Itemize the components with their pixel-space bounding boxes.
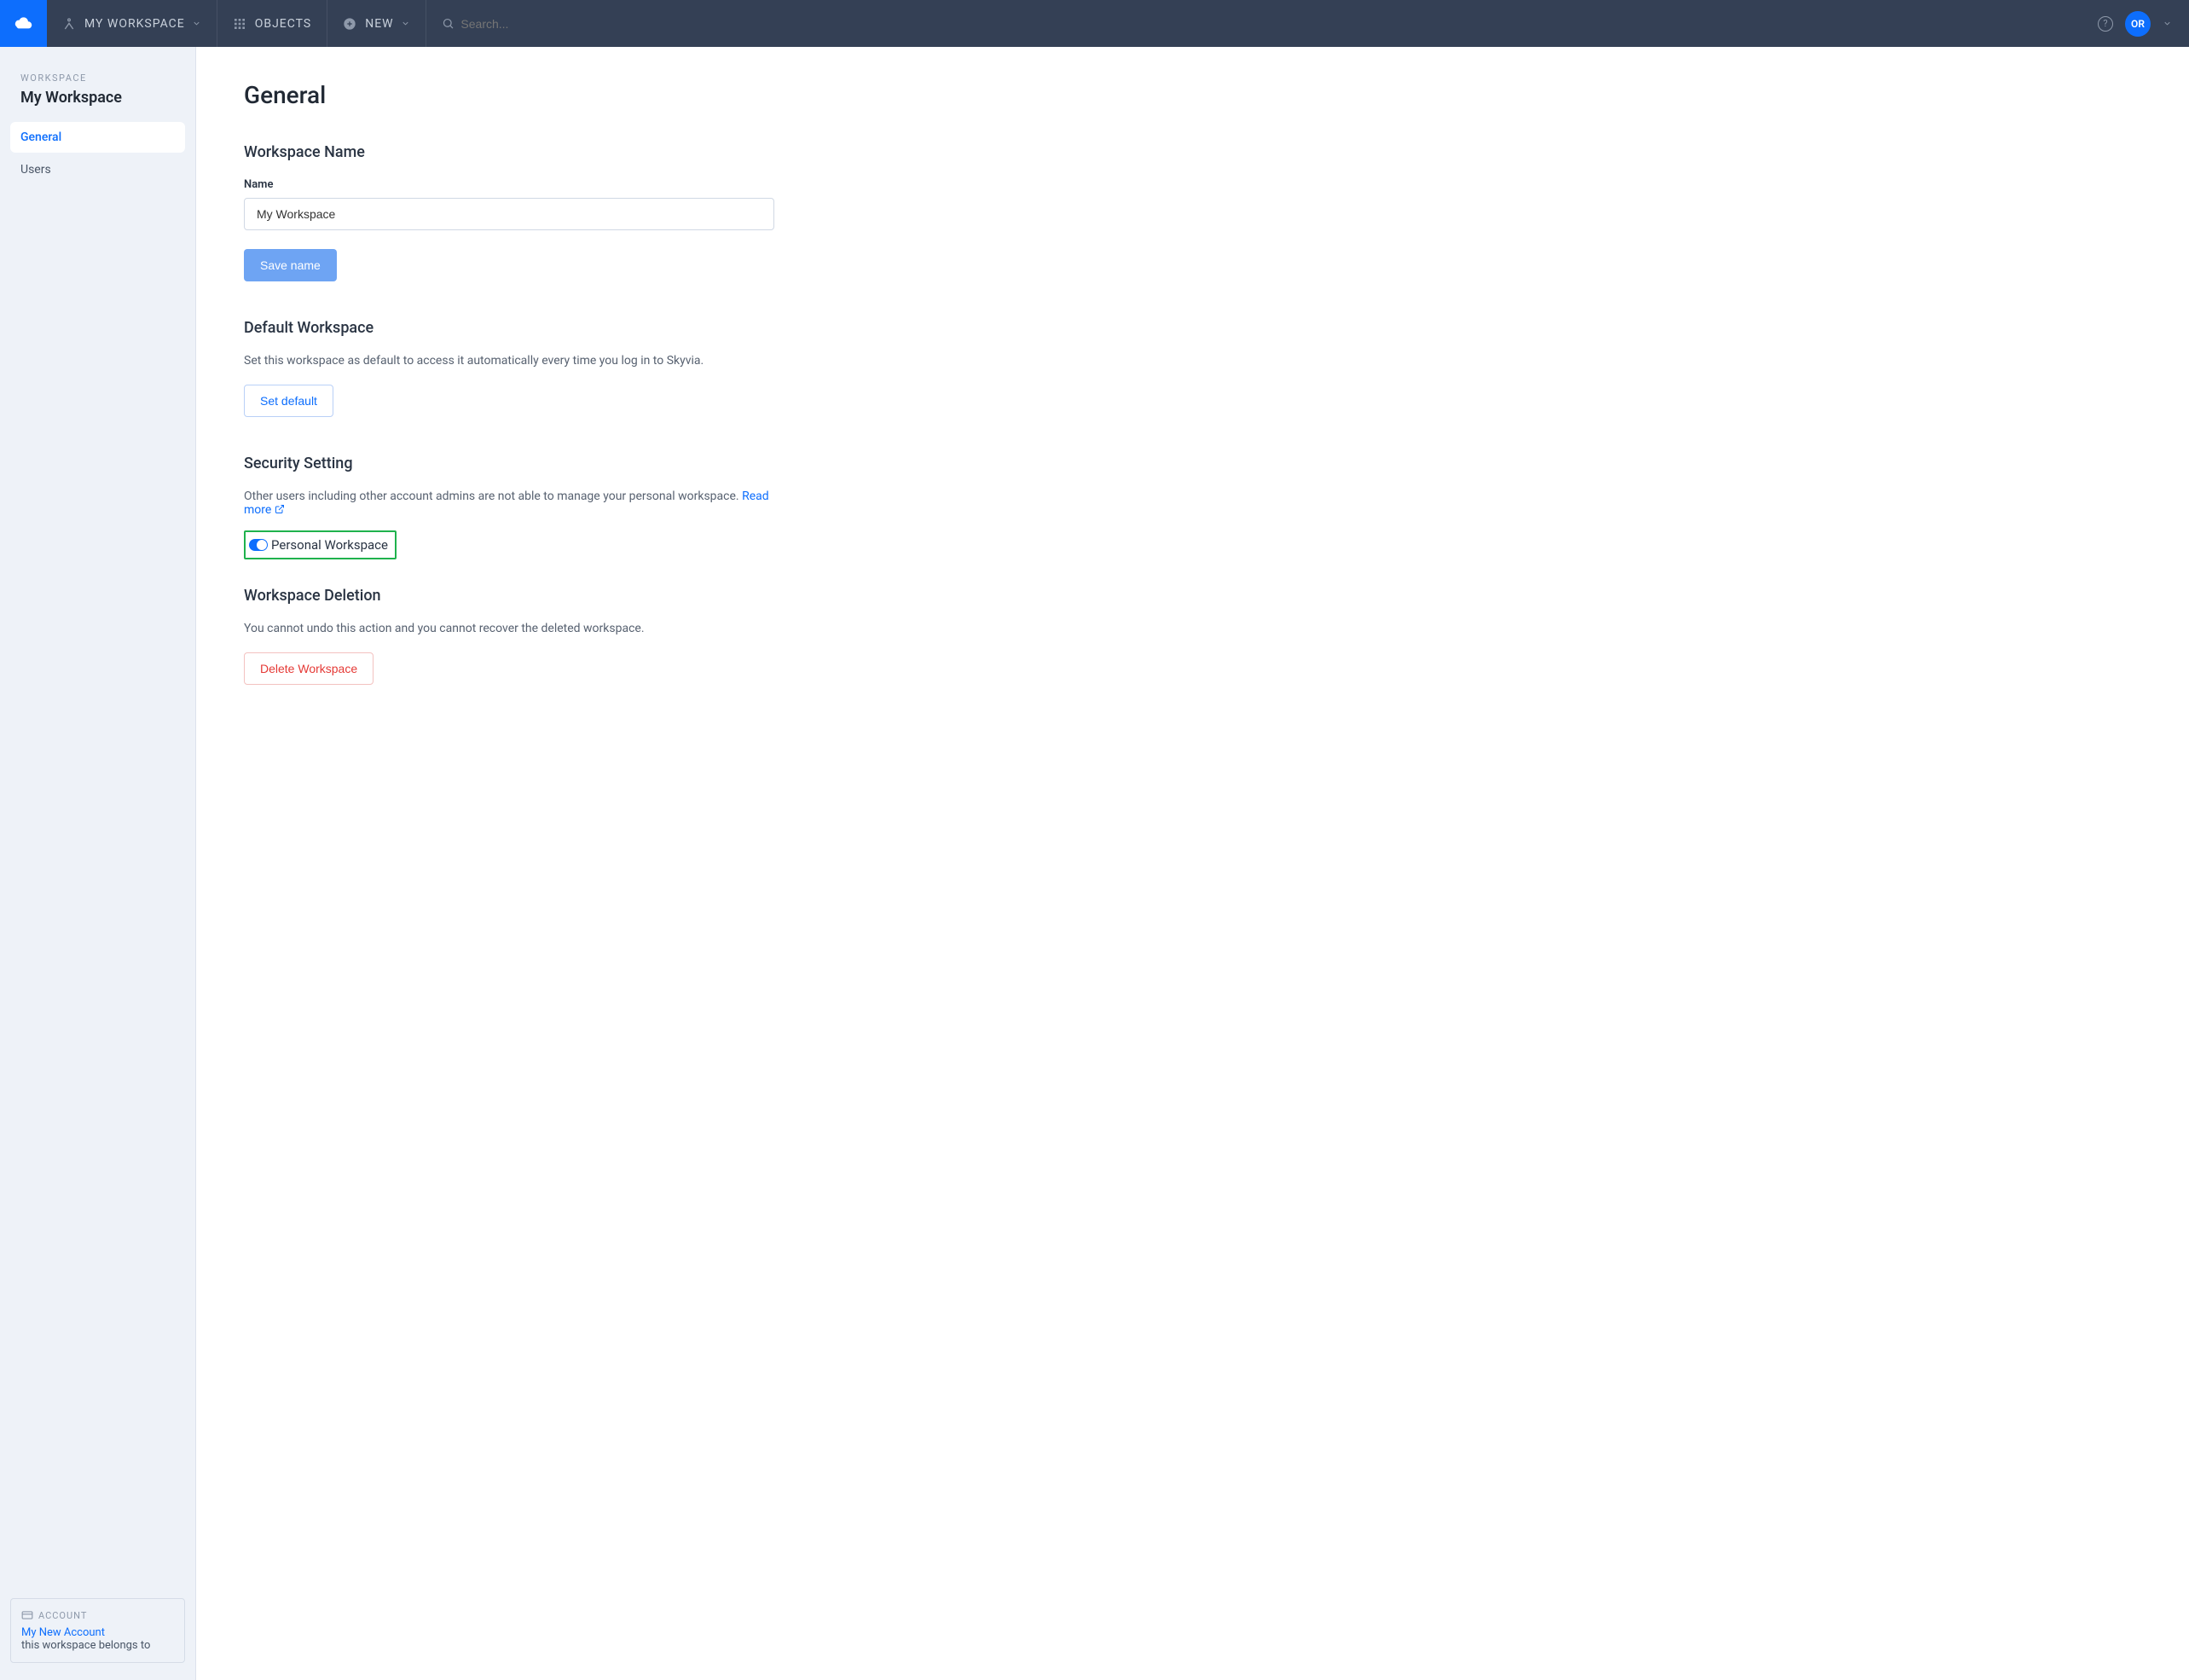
workspace-name-heading: Workspace Name <box>244 143 774 161</box>
deletion-heading: Workspace Deletion <box>244 587 774 605</box>
page-title: General <box>244 81 2141 109</box>
section-security: Security Setting Other users including o… <box>244 455 774 559</box>
topbar-right: ? OR <box>2081 0 2189 47</box>
section-workspace-name: Workspace Name Name Save name <box>244 143 774 281</box>
topbar: MY WORKSPACE OBJECTS NEW ? OR <box>0 0 2189 47</box>
chevron-down-icon[interactable] <box>2163 19 2172 28</box>
external-link-icon <box>275 504 285 514</box>
default-workspace-heading: Default Workspace <box>244 319 774 337</box>
help-icon[interactable]: ? <box>2098 16 2113 32</box>
chevron-down-icon <box>401 19 410 28</box>
account-link[interactable]: My New Account <box>21 1626 105 1639</box>
topbar-my-workspace[interactable]: MY WORKSPACE <box>47 0 217 47</box>
deletion-desc: You cannot undo this action and you cann… <box>244 622 774 635</box>
chevron-down-icon <box>192 19 201 28</box>
set-default-button[interactable]: Set default <box>244 385 333 417</box>
sidebar-crumb: WORKSPACE <box>10 72 185 89</box>
security-heading: Security Setting <box>244 455 774 472</box>
topbar-objects[interactable]: OBJECTS <box>217 0 328 47</box>
personal-workspace-toggle[interactable] <box>249 539 268 551</box>
account-card: ACCOUNT My New Account this workspace be… <box>10 1598 185 1663</box>
name-label: Name <box>244 178 774 191</box>
account-card-header: ACCOUNT <box>21 1609 174 1621</box>
workspace-name-input[interactable] <box>244 198 774 230</box>
workspace-icon <box>62 17 76 31</box>
section-default-workspace: Default Workspace Set this workspace as … <box>244 319 774 417</box>
sidebar-workspace-title: My Workspace <box>10 89 185 122</box>
personal-workspace-highlight: Personal Workspace <box>244 530 397 559</box>
sidebar: WORKSPACE My Workspace General Users ACC… <box>0 47 196 1680</box>
sidebar-item-users[interactable]: Users <box>10 154 185 185</box>
personal-workspace-label: Personal Workspace <box>271 537 388 553</box>
app-logo[interactable] <box>0 0 47 47</box>
card-icon <box>21 1609 33 1621</box>
search-icon <box>442 17 455 30</box>
topbar-new-label: NEW <box>365 17 393 31</box>
delete-workspace-button[interactable]: Delete Workspace <box>244 652 374 685</box>
main-content: General Workspace Name Name Save name De… <box>196 47 2189 1680</box>
search-input[interactable] <box>460 17 2065 31</box>
cloud-icon <box>13 13 35 35</box>
topbar-search[interactable] <box>426 0 2081 47</box>
plus-circle-icon <box>343 17 356 31</box>
sidebar-item-general[interactable]: General <box>10 122 185 153</box>
topbar-objects-label: OBJECTS <box>255 17 312 31</box>
topbar-my-workspace-label: MY WORKSPACE <box>84 17 185 31</box>
security-desc: Other users including other account admi… <box>244 490 774 517</box>
grid-icon <box>233 17 246 31</box>
user-avatar[interactable]: OR <box>2125 11 2151 37</box>
default-workspace-desc: Set this workspace as default to access … <box>244 354 774 368</box>
save-name-button[interactable]: Save name <box>244 249 337 281</box>
section-deletion: Workspace Deletion You cannot undo this … <box>244 587 774 685</box>
account-belongs-text: this workspace belongs to <box>21 1639 174 1652</box>
topbar-new[interactable]: NEW <box>327 0 426 47</box>
